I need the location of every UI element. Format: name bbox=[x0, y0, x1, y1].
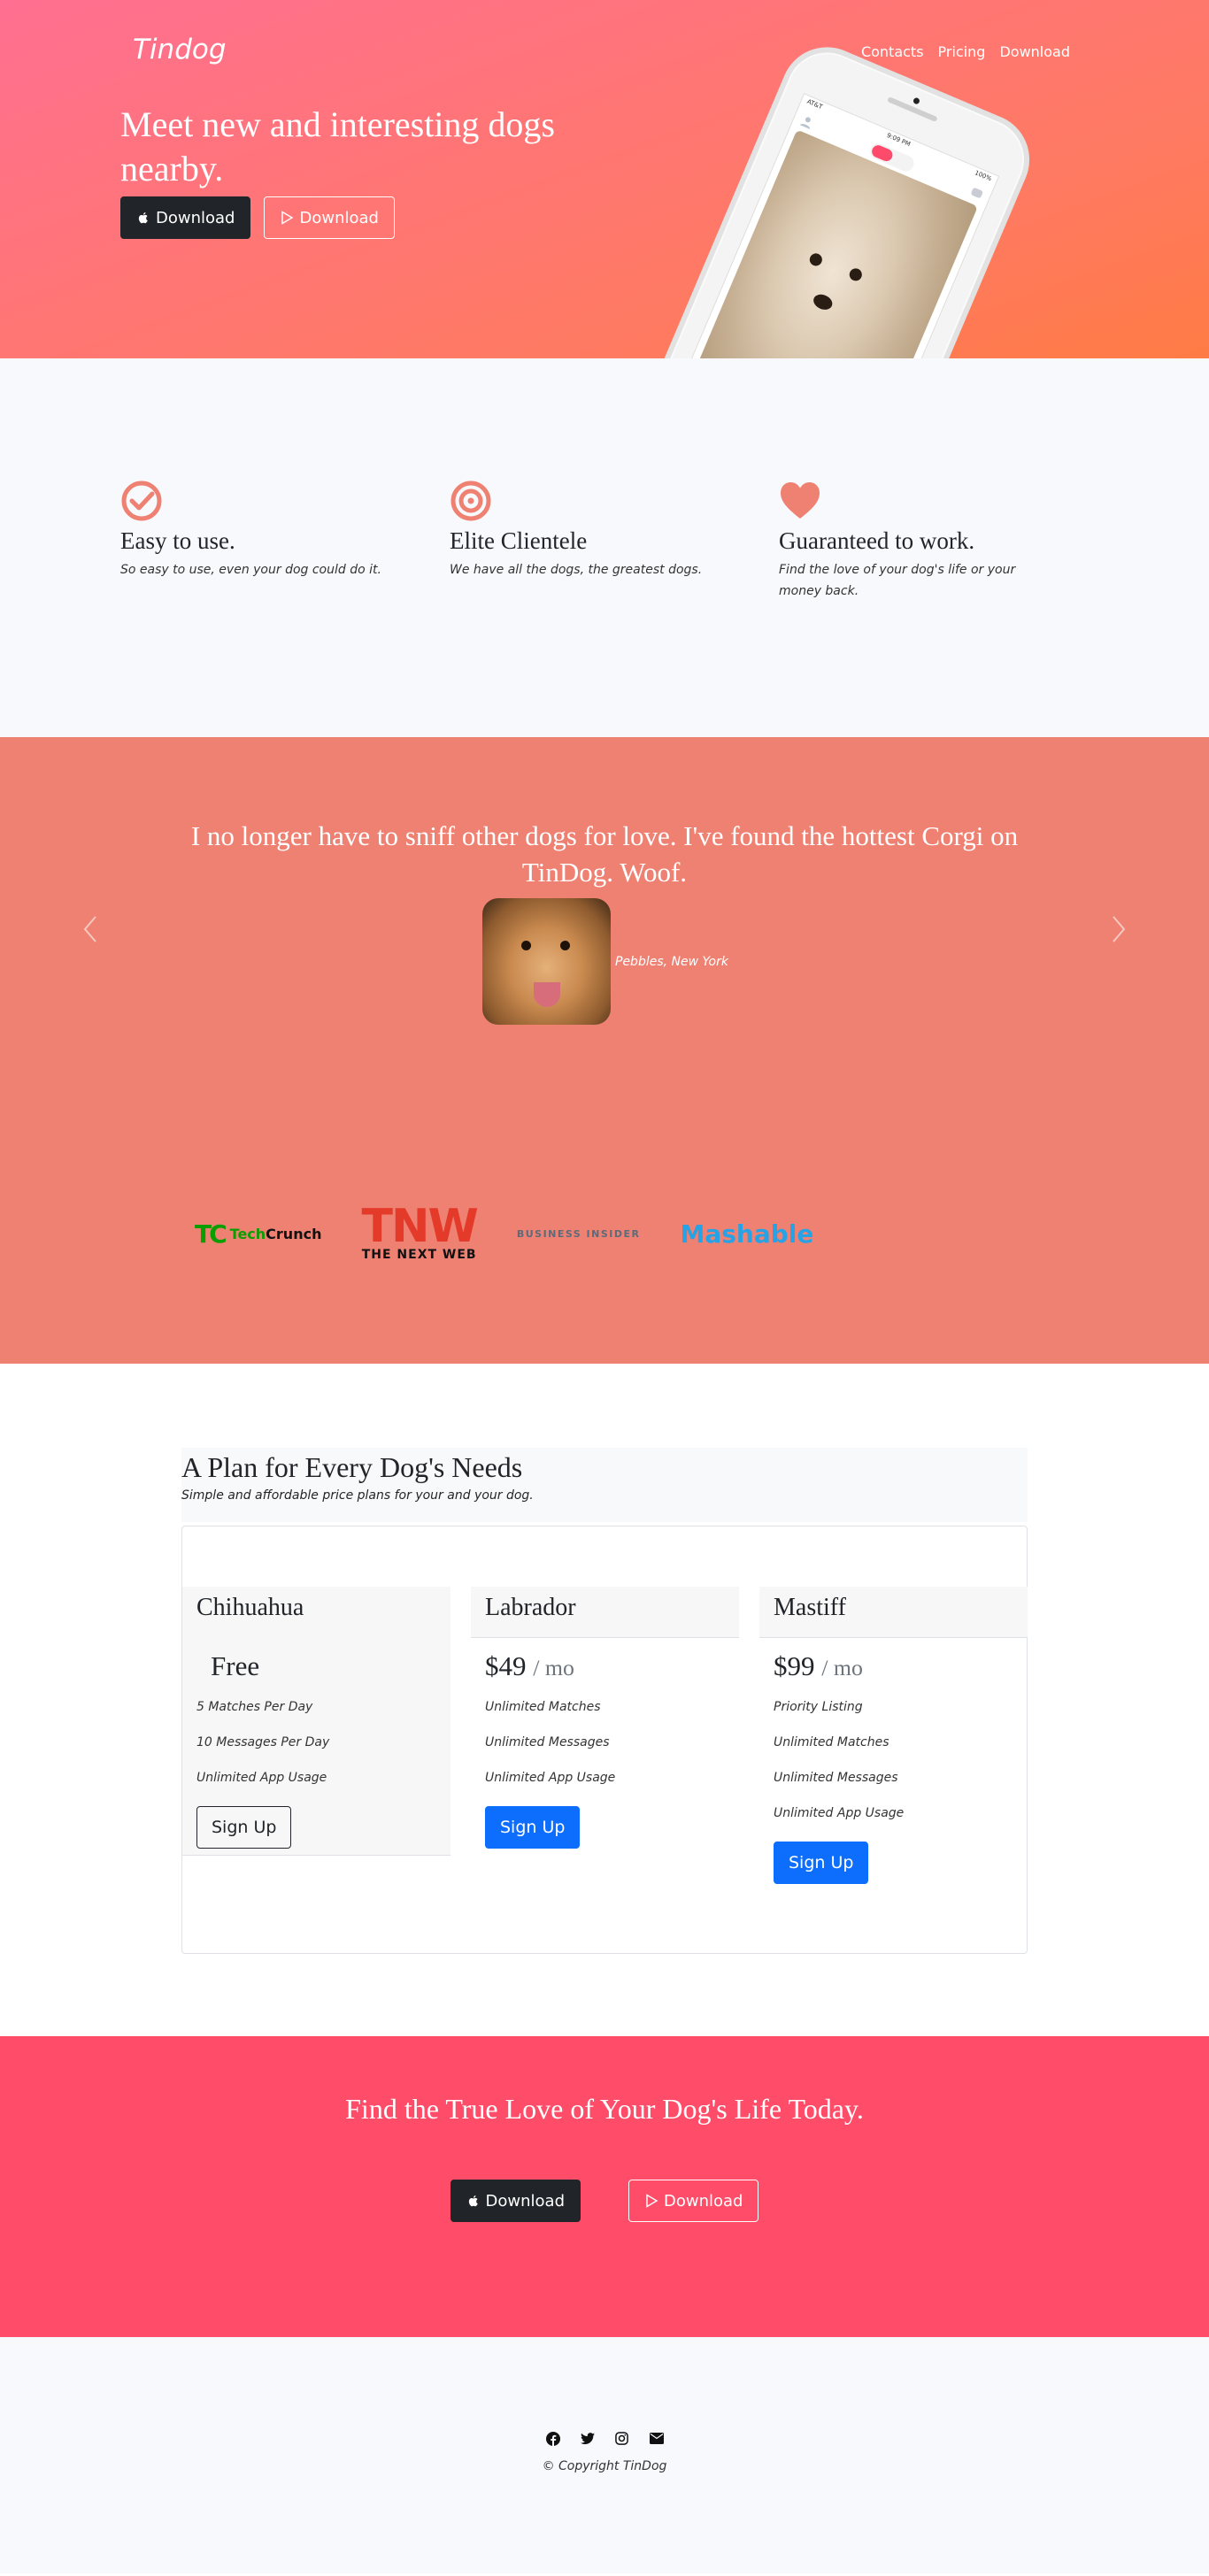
cta-download-buttons: Download Download bbox=[0, 2180, 1209, 2222]
google-play-icon bbox=[281, 211, 294, 225]
tnw-small: THE NEXT WEB bbox=[361, 1247, 477, 1262]
plan-name: Chihuahua bbox=[182, 1587, 450, 1638]
google-play-icon bbox=[646, 2194, 658, 2208]
techcrunch-logo: TC TechCrunch bbox=[195, 1219, 321, 1249]
phone-camera bbox=[912, 96, 921, 105]
plan-name: Labrador bbox=[471, 1587, 739, 1638]
pricing-section: A Plan for Every Dog's Needs Simple and … bbox=[0, 1364, 1209, 2036]
nav-link-download[interactable]: Download bbox=[999, 43, 1070, 60]
cta-play-download-button[interactable]: Download bbox=[628, 2180, 759, 2222]
testimonial-section: I no longer have to sniff other dogs for… bbox=[0, 737, 1209, 1364]
plan-feature: Unlimited Matches bbox=[485, 1700, 601, 1714]
techcrunch-word-a: Tech bbox=[229, 1225, 266, 1242]
profile-icon bbox=[799, 117, 811, 129]
testimonial-author: Pebbles, New York bbox=[615, 954, 728, 969]
facebook-icon[interactable] bbox=[545, 2431, 560, 2446]
cta-apple-download-button[interactable]: Download bbox=[450, 2180, 581, 2222]
heart-icon bbox=[781, 482, 820, 519]
phone-screen: AT&T 9:09 PM 100% bbox=[661, 93, 1000, 358]
check-circle-icon bbox=[121, 481, 162, 521]
plan-feature: Unlimited App Usage bbox=[196, 1771, 327, 1785]
business-insider-logo: BUSINESS INSIDER bbox=[516, 1227, 641, 1240]
plan-body: $99 / mo Priority Listing Unlimited Matc… bbox=[759, 1638, 1028, 1893]
plan-feature: 5 Matches Per Day bbox=[196, 1700, 313, 1714]
feature-text: So easy to use, even your dog could do i… bbox=[120, 563, 381, 577]
feature-title: Elite Clientele bbox=[450, 527, 588, 554]
apple-icon bbox=[138, 212, 148, 224]
twitter-icon[interactable] bbox=[580, 2431, 595, 2446]
cta-play-download-label: Download bbox=[664, 2191, 743, 2211]
plan-card-mastiff: Mastiff $99 / mo Priority Listing Unlimi… bbox=[759, 1587, 1028, 1893]
press-logos: TC TechCrunch TNW THE NEXT WEB BUSINESS … bbox=[195, 1200, 814, 1262]
footer: © Copyright TinDog bbox=[0, 2337, 1209, 2573]
carousel-prev-icon[interactable] bbox=[81, 911, 99, 947]
apple-icon bbox=[468, 2195, 478, 2207]
cta-apple-download-label: Download bbox=[485, 2191, 565, 2211]
apple-download-label: Download bbox=[156, 208, 235, 227]
social-links bbox=[0, 2431, 1209, 2446]
cta-title: Find the True Love of Your Dog's Life To… bbox=[345, 2093, 864, 2125]
plan-feature: Priority Listing bbox=[774, 1700, 863, 1714]
plan-card-chihuahua: Chihuahua Free 5 Matches Per Day 10 Mess… bbox=[182, 1587, 450, 1856]
feature-title: Guaranteed to work. bbox=[779, 527, 975, 554]
copyright: © Copyright TinDog bbox=[542, 2459, 667, 2473]
feature-title: Easy to use. bbox=[120, 527, 235, 554]
feature-easy: Easy to use. So easy to use, even your d… bbox=[120, 480, 386, 581]
testimonial-dog-image bbox=[482, 898, 611, 1025]
plan-body: Free 5 Matches Per Day 10 Messages Per D… bbox=[182, 1638, 450, 1857]
cta-section: Find the True Love of Your Dog's Life To… bbox=[0, 2036, 1209, 2337]
chat-icon bbox=[971, 188, 983, 198]
signup-button-labrador[interactable]: Sign Up bbox=[485, 1806, 581, 1849]
plan-price: $99 / mo bbox=[774, 1650, 1013, 1682]
tnw-big: TNW bbox=[361, 1200, 478, 1253]
bullseye-icon bbox=[450, 481, 491, 521]
plan-price-amount: $99 bbox=[774, 1650, 815, 1681]
pricing-title: A Plan for Every Dog's Needs bbox=[181, 1451, 523, 1483]
plan-body: $49 / mo Unlimited Matches Unlimited Mes… bbox=[471, 1638, 739, 1857]
testimonial-author-row: Pebbles, New York bbox=[482, 898, 728, 1025]
pricing-card-group: Chihuahua Free 5 Matches Per Day 10 Mess… bbox=[181, 1526, 1028, 1954]
plan-price: $49 / mo bbox=[485, 1650, 725, 1682]
apple-download-button[interactable]: Download bbox=[120, 196, 251, 239]
plan-price-unit: / mo bbox=[821, 1655, 863, 1680]
carousel-next-icon[interactable] bbox=[1110, 911, 1128, 947]
plan-feature: Unlimited App Usage bbox=[774, 1806, 905, 1820]
plan-feature: 10 Messages Per Day bbox=[196, 1735, 330, 1749]
feature-guaranteed: Guaranteed to work. Find the love of you… bbox=[779, 480, 1044, 603]
brand-logo[interactable]: Tindog bbox=[133, 34, 227, 65]
pricing-subtitle: Simple and affordable price plans for yo… bbox=[181, 1488, 534, 1503]
mashable-logo: Mashable bbox=[680, 1219, 814, 1249]
plan-card-labrador: Labrador $49 / mo Unlimited Matches Unli… bbox=[471, 1587, 739, 1857]
plan-feature: Unlimited App Usage bbox=[485, 1771, 616, 1785]
plan-price-unit: / mo bbox=[533, 1655, 574, 1680]
feature-text: We have all the dogs, the greatest dogs. bbox=[450, 563, 703, 577]
top-nav: Contacts Pricing Download bbox=[861, 43, 1070, 60]
hero-section: Tindog Contacts Pricing Download Meet ne… bbox=[0, 0, 1209, 358]
feature-text: Find the love of your dog's life or your… bbox=[779, 563, 1016, 598]
plan-price: Free bbox=[211, 1650, 260, 1681]
techcrunch-word-b: Crunch bbox=[266, 1225, 322, 1242]
nav-link-pricing[interactable]: Pricing bbox=[938, 43, 986, 60]
signup-button-chihuahua[interactable]: Sign Up bbox=[196, 1806, 292, 1849]
plan-feature: Unlimited Matches bbox=[774, 1735, 889, 1749]
tnw-logo: TNW THE NEXT WEB bbox=[361, 1200, 478, 1262]
nav-link-contacts[interactable]: Contacts bbox=[861, 43, 924, 60]
testimonial-quote: I no longer have to sniff other dogs for… bbox=[190, 820, 1019, 888]
pricing-header: A Plan for Every Dog's Needs Simple and … bbox=[181, 1448, 1028, 1522]
hero-download-buttons: Download Download bbox=[120, 196, 395, 239]
features-section: Easy to use. So easy to use, even your d… bbox=[0, 358, 1209, 737]
play-download-label: Download bbox=[299, 208, 379, 227]
play-download-button[interactable]: Download bbox=[264, 196, 395, 239]
signup-button-mastiff[interactable]: Sign Up bbox=[774, 1842, 869, 1884]
plan-feature: Unlimited Messages bbox=[774, 1771, 898, 1785]
envelope-icon[interactable] bbox=[649, 2431, 664, 2446]
plan-name: Mastiff bbox=[759, 1587, 1028, 1638]
phone-mockup: AT&T 9:09 PM 100% bbox=[622, 33, 1044, 358]
plan-feature: Unlimited Messages bbox=[485, 1735, 610, 1749]
hero-headline: Meet new and interesting dogs nearby. bbox=[120, 104, 555, 188]
feature-elite: Elite Clientele We have all the dogs, th… bbox=[450, 480, 715, 581]
techcrunch-mark: TC bbox=[195, 1219, 227, 1249]
instagram-icon[interactable] bbox=[614, 2431, 629, 2446]
plan-price-amount: $49 bbox=[485, 1650, 527, 1681]
